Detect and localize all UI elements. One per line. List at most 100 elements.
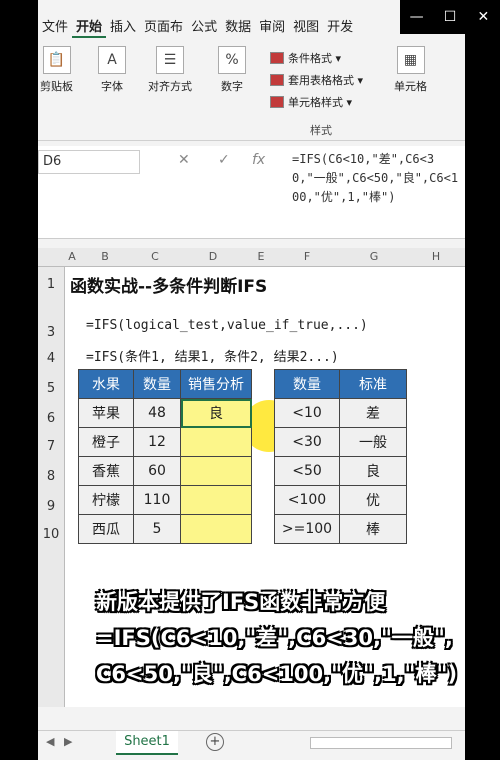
ribbon-tabs: 文件 开始 插入 页面布 公式 数据 审阅 视图 开发 [38, 16, 357, 38]
tab-page-layout[interactable]: 页面布 [140, 16, 187, 38]
font-group[interactable]: A 字体 [98, 46, 126, 94]
header-qty[interactable]: 数量 [133, 369, 181, 399]
row-5[interactable]: 5 [38, 381, 64, 396]
table-row: 西瓜 5 [78, 514, 252, 544]
styles-group-label: 样式 [310, 124, 332, 137]
cell-c7[interactable]: 12 [133, 427, 181, 457]
row-headers: 1 3 4 5 6 7 8 9 10 [38, 267, 65, 707]
caption-line-2: =IFS(C6<10,"差",C6<30,"一般", [96, 626, 453, 650]
row-9[interactable]: 9 [38, 499, 64, 514]
cell-b8[interactable]: 香蕉 [78, 456, 134, 486]
maximize-icon[interactable]: ☐ [433, 0, 466, 34]
tab-view[interactable]: 视图 [289, 16, 323, 38]
name-box[interactable]: D6 [38, 150, 140, 174]
cell-styles-button[interactable]: 单元格样式 ▾ [270, 94, 352, 110]
cell-d7[interactable] [180, 427, 252, 457]
next-sheet-icon[interactable]: ▶ [64, 735, 72, 748]
fx-icon[interactable]: fx [252, 152, 265, 168]
clipboard-group[interactable]: 📋 剪贴板 [40, 46, 73, 94]
row-4[interactable]: 4 [38, 351, 64, 366]
horizontal-scrollbar[interactable] [310, 737, 452, 749]
table-row: 苹果 48 良 [78, 398, 252, 428]
cell-g7[interactable]: 一般 [339, 427, 407, 457]
enter-icon[interactable]: ✓ [218, 152, 230, 168]
cell-b6[interactable]: 苹果 [78, 398, 134, 428]
col-c[interactable]: C [132, 250, 178, 263]
row-8[interactable]: 8 [38, 469, 64, 484]
excel-window: 文件 开始 插入 页面布 公式 数据 审阅 视图 开发 📋 剪贴板 A 字体 ☰… [38, 0, 465, 760]
minimize-icon[interactable]: — [400, 0, 433, 34]
tab-developer[interactable]: 开发 [323, 16, 357, 38]
table-row: <30 一般 [274, 427, 407, 457]
table-format-icon [270, 74, 284, 86]
formula-bar: D6 ✕ ✓ fx =IFS(C6<10,"差",C6<30,"一般",C6<5… [38, 146, 465, 239]
cell-d8[interactable] [180, 456, 252, 486]
syntax-english: =IFS(logical_test,value_if_true,...) [86, 318, 368, 333]
table-header-row: 数量 标准 [274, 369, 407, 399]
col-a[interactable]: A [66, 250, 78, 263]
col-d[interactable]: D [178, 250, 248, 263]
col-b[interactable]: B [78, 250, 132, 263]
cell-c10[interactable]: 5 [133, 514, 181, 544]
row-6[interactable]: 6 [38, 411, 64, 426]
ribbon: 📋 剪贴板 A 字体 ☰ 对齐方式 % 数字 条件格式 ▾ 套用表格格式 ▾ 单… [38, 40, 465, 141]
number-group[interactable]: % 数字 [218, 46, 246, 94]
tab-formulas[interactable]: 公式 [187, 16, 221, 38]
cell-c8[interactable]: 60 [133, 456, 181, 486]
align-group[interactable]: ☰ 对齐方式 [148, 46, 192, 94]
cell-f7[interactable]: <30 [274, 427, 340, 457]
syntax-chinese: =IFS(条件1, 结果1, 条件2, 结果2...) [86, 350, 339, 365]
tab-file[interactable]: 文件 [38, 16, 72, 38]
tab-sheet1[interactable]: Sheet1 [116, 731, 178, 755]
caption-line-1: 新版本提供了IFS函数非常方便 [96, 590, 386, 614]
cell-d10[interactable] [180, 514, 252, 544]
formula-input[interactable]: =IFS(C6<10,"差",C6<30,"一般",C6<50,"良",C6<1… [292, 150, 462, 207]
header-fruit[interactable]: 水果 [78, 369, 134, 399]
prev-sheet-icon[interactable]: ◀ [46, 735, 54, 748]
cell-g10[interactable]: 棒 [339, 514, 407, 544]
tab-insert[interactable]: 插入 [106, 16, 140, 38]
cell-c6[interactable]: 48 [133, 398, 181, 428]
clipboard-label: 剪贴板 [40, 80, 73, 93]
tab-home[interactable]: 开始 [72, 16, 107, 38]
cell-f9[interactable]: <100 [274, 485, 340, 515]
cell-d6[interactable]: 良 [180, 398, 252, 428]
row-10[interactable]: 10 [38, 527, 64, 542]
cell-g6[interactable]: 差 [339, 398, 407, 428]
cell-d9[interactable] [180, 485, 252, 515]
row-1[interactable]: 1 [38, 277, 64, 292]
conditional-format-label: 条件格式 ▾ [288, 52, 342, 65]
cell-f8[interactable]: <50 [274, 456, 340, 486]
col-g[interactable]: G [340, 250, 408, 263]
cancel-icon[interactable]: ✕ [178, 152, 190, 168]
cells-label: 单元格 [394, 80, 427, 93]
cell-g8[interactable]: 良 [339, 456, 407, 486]
tab-review[interactable]: 审阅 [255, 16, 289, 38]
col-f[interactable]: F [274, 250, 340, 263]
add-sheet-icon[interactable]: + [206, 733, 224, 751]
table-row: 香蕉 60 [78, 456, 252, 486]
cell-b7[interactable]: 橙子 [78, 427, 134, 457]
row-3[interactable]: 3 [38, 325, 64, 340]
header-standard[interactable]: 标准 [339, 369, 407, 399]
format-as-table-button[interactable]: 套用表格格式 ▾ [270, 72, 363, 88]
tab-data[interactable]: 数据 [221, 16, 255, 38]
cells-icon: ▦ [396, 46, 425, 74]
cell-f6[interactable]: <10 [274, 398, 340, 428]
cell-f10[interactable]: >=100 [274, 514, 340, 544]
col-h[interactable]: H [408, 250, 464, 263]
conditional-format-icon [270, 52, 284, 64]
font-icon: A [98, 46, 126, 74]
header-sales-analysis[interactable]: 销售分析 [180, 369, 252, 399]
cell-g9[interactable]: 优 [339, 485, 407, 515]
row-7[interactable]: 7 [38, 439, 64, 454]
header-qty[interactable]: 数量 [274, 369, 340, 399]
close-icon[interactable]: ✕ [467, 0, 500, 34]
conditional-format-button[interactable]: 条件格式 ▾ [270, 50, 341, 66]
cell-c9[interactable]: 110 [133, 485, 181, 515]
cell-b9[interactable]: 柠檬 [78, 485, 134, 515]
col-e[interactable]: E [248, 250, 274, 263]
number-label: 数字 [221, 80, 243, 93]
cell-b10[interactable]: 西瓜 [78, 514, 134, 544]
cells-group[interactable]: ▦ 单元格 [394, 46, 427, 94]
